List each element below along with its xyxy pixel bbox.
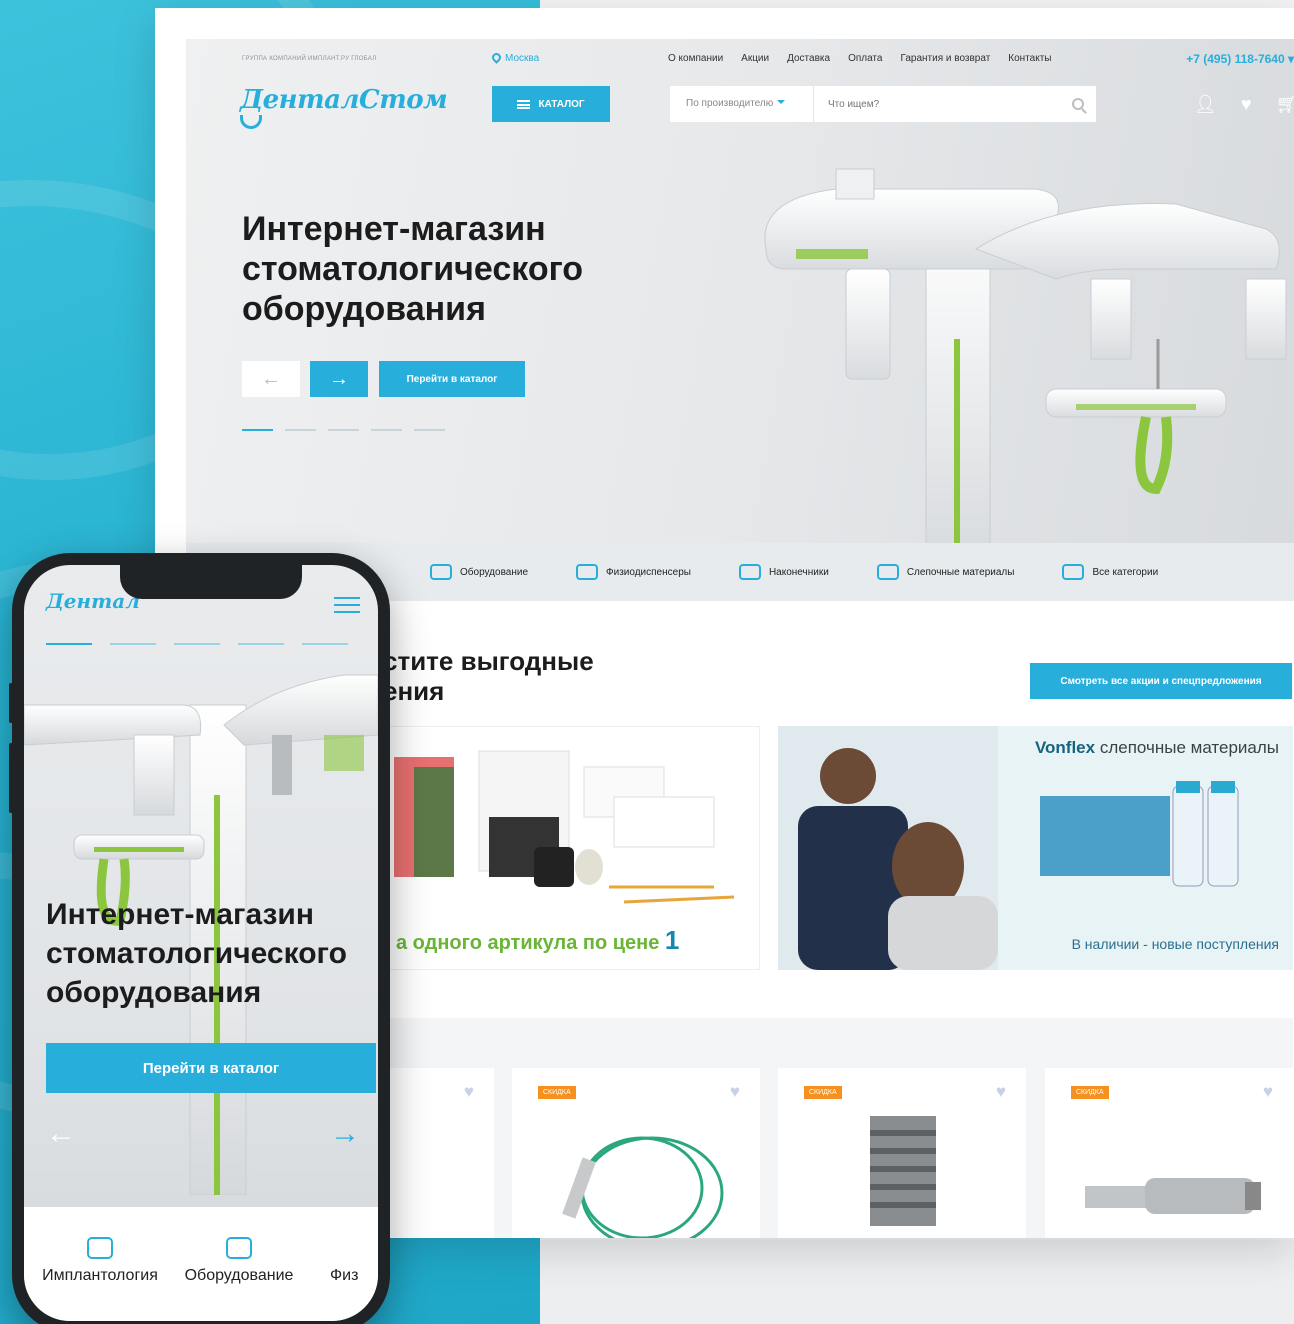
topbar: ГРУППА КОМПАНИЙ ИМПЛАНТ.РУ ГЛОБАЛ Москва… — [186, 51, 1294, 73]
mobile-category-implantology[interactable]: Имплантология — [32, 1237, 168, 1285]
slider-dot[interactable] — [174, 643, 220, 645]
mobile-go-to-catalog-button[interactable]: Перейти в каталог — [46, 1043, 376, 1093]
category-label: Все категории — [1092, 566, 1159, 578]
product-card[interactable]: СКИДКА ♥ — [1045, 1068, 1293, 1238]
mobile-menu-icon[interactable] — [334, 597, 360, 613]
menu-icon — [517, 99, 531, 109]
nav-link-payment[interactable]: Оплата — [848, 53, 882, 64]
mobile-hero-title: Интернет-магазин стоматологического обор… — [46, 898, 347, 1009]
favorite-heart-icon[interactable]: ♥ — [730, 1082, 740, 1102]
mobile-phone-mockup: Дентал Интернет-магазин стоматологическо… — [9, 553, 390, 1324]
slider-next-button[interactable]: → — [310, 361, 368, 397]
search-input[interactable] — [814, 86, 1060, 122]
vonflex-caption: В наличии - новые поступления — [1071, 936, 1279, 952]
promo-banner-osteon[interactable]: а одного артикула по цене 1 — [383, 726, 760, 970]
promo-banner-caption: а одного артикула по цене 1 — [396, 925, 680, 955]
equipment-icon — [430, 564, 452, 580]
location-pin-icon — [490, 51, 503, 64]
city-name: Москва — [505, 53, 540, 64]
category-label: Наконечники — [768, 566, 829, 578]
chevron-down-icon — [777, 100, 786, 108]
site-logo[interactable]: ДенталСтом — [240, 85, 448, 129]
city-selector[interactable]: Москва — [490, 51, 540, 64]
manufacturer-dropdown[interactable]: По производителю — [670, 86, 814, 122]
mobile-category-bar: Имплантология Оборудование Физ — [24, 1207, 378, 1321]
top-navigation: О компании Акции Доставка Оплата Гаранти… — [668, 53, 1052, 64]
phone-number[interactable]: +7 (495) 118-7640 ▾ — [1186, 52, 1294, 66]
mobile-category-physio[interactable]: Физ — [330, 1237, 378, 1285]
favorite-heart-icon[interactable]: ♥ — [1263, 1082, 1273, 1102]
light-background-bottom — [540, 1240, 1294, 1324]
sale-badge: СКИДКА — [804, 1086, 842, 1099]
impression-icon — [876, 564, 899, 580]
catalog-button-label: КАТАЛОГ — [538, 98, 585, 110]
slider-dot[interactable] — [328, 429, 359, 431]
slider-dots — [242, 429, 445, 431]
go-to-catalog-button[interactable]: Перейти в каталог — [379, 361, 525, 397]
group-label: ГРУППА КОМПАНИЙ ИМПЛАНТ.РУ ГЛОБАЛ — [242, 56, 377, 62]
product-card[interactable]: СКИДКА ♥ — [778, 1068, 1026, 1238]
mobile-screen: Дентал Интернет-магазин стоматологическо… — [24, 565, 378, 1321]
slider-dot[interactable] — [110, 643, 156, 645]
header-icons: 👤︎ ♥ 🛒︎ — [1194, 95, 1294, 113]
slider-dot[interactable] — [238, 643, 284, 645]
sale-badge: СКИДКА — [1071, 1086, 1109, 1099]
sale-badge: СКИДКА — [538, 1086, 576, 1099]
promo-section-title: стите выгодные ения — [383, 646, 594, 706]
nav-link-promotions[interactable]: Акции — [741, 53, 769, 64]
handpiece-icon — [738, 564, 761, 580]
category-label: Слепочные материалы — [906, 566, 1015, 578]
nav-link-delivery[interactable]: Доставка — [787, 53, 830, 64]
slider-prev-button[interactable]: ← — [242, 361, 300, 397]
product-card[interactable]: СКИДКА ♥ — [512, 1068, 760, 1238]
equipment-icon — [226, 1237, 252, 1259]
slider-dot[interactable] — [371, 429, 402, 431]
category-label: Оборудование — [460, 566, 529, 578]
cart-icon[interactable]: 🛒︎ — [1276, 95, 1294, 113]
arrow-right-icon: → — [329, 367, 349, 390]
heart-icon[interactable]: ♥ — [1241, 95, 1252, 113]
promo-banner-vonflex[interactable]: Vonflex слепочные материалы В наличии - … — [778, 726, 1293, 970]
category-impression-materials[interactable]: Слепочные материалы — [876, 564, 1015, 580]
mobile-slider-dots — [46, 643, 348, 645]
hero-section: ГРУППА КОМПАНИЙ ИМПЛАНТ.РУ ГЛОБАЛ Москва… — [186, 39, 1294, 601]
arrow-left-icon: ← — [261, 367, 281, 390]
category-label: Физиодиспенсеры — [606, 566, 691, 578]
slider-dot[interactable] — [414, 429, 445, 431]
favorite-heart-icon[interactable]: ♥ — [464, 1082, 474, 1102]
hero-title: Интернет-магазин стоматологического обор… — [242, 210, 584, 328]
mobile-prev-arrow-icon[interactable]: ← — [46, 1117, 76, 1151]
all-offers-button[interactable]: Смотреть все акции и спецпредложения — [1030, 663, 1292, 699]
search-button[interactable] — [1060, 86, 1096, 122]
dispenser-icon — [576, 564, 599, 580]
mobile-category-equipment[interactable]: Оборудование — [174, 1237, 304, 1285]
nav-link-contacts[interactable]: Контакты — [1008, 53, 1051, 64]
slider-dot[interactable] — [302, 643, 348, 645]
category-handpieces[interactable]: Наконечники — [738, 564, 829, 580]
implant-icon — [87, 1237, 113, 1259]
dental-xray-machine-image — [764, 168, 1287, 549]
catalog-button[interactable]: КАТАЛОГ — [492, 86, 610, 122]
nav-link-about[interactable]: О компании — [668, 53, 723, 64]
nav-link-warranty[interactable]: Гарантия и возврат — [900, 53, 990, 64]
hero-controls: ← → Перейти в каталог — [242, 361, 525, 397]
all-categories-icon — [1062, 564, 1085, 580]
vonflex-banner-image — [778, 726, 1239, 970]
category-equipment[interactable]: Оборудование — [430, 564, 528, 580]
search-icon — [1072, 98, 1084, 110]
phone-notch — [120, 565, 302, 599]
category-dispensers[interactable]: Физиодиспенсеры — [576, 564, 691, 580]
slider-dot[interactable] — [242, 429, 273, 431]
vonflex-title: Vonflex слепочные материалы — [1034, 738, 1279, 757]
slider-dot[interactable] — [285, 429, 316, 431]
search-bar: По производителю — [670, 86, 1096, 122]
mobile-next-arrow-icon[interactable]: → — [330, 1117, 360, 1151]
osteon-products-image — [394, 750, 735, 904]
favorite-heart-icon[interactable]: ♥ — [996, 1082, 1006, 1102]
category-all[interactable]: Все категории — [1062, 564, 1158, 580]
user-icon[interactable]: 👤︎ — [1194, 95, 1217, 113]
slider-dot[interactable] — [46, 643, 92, 645]
